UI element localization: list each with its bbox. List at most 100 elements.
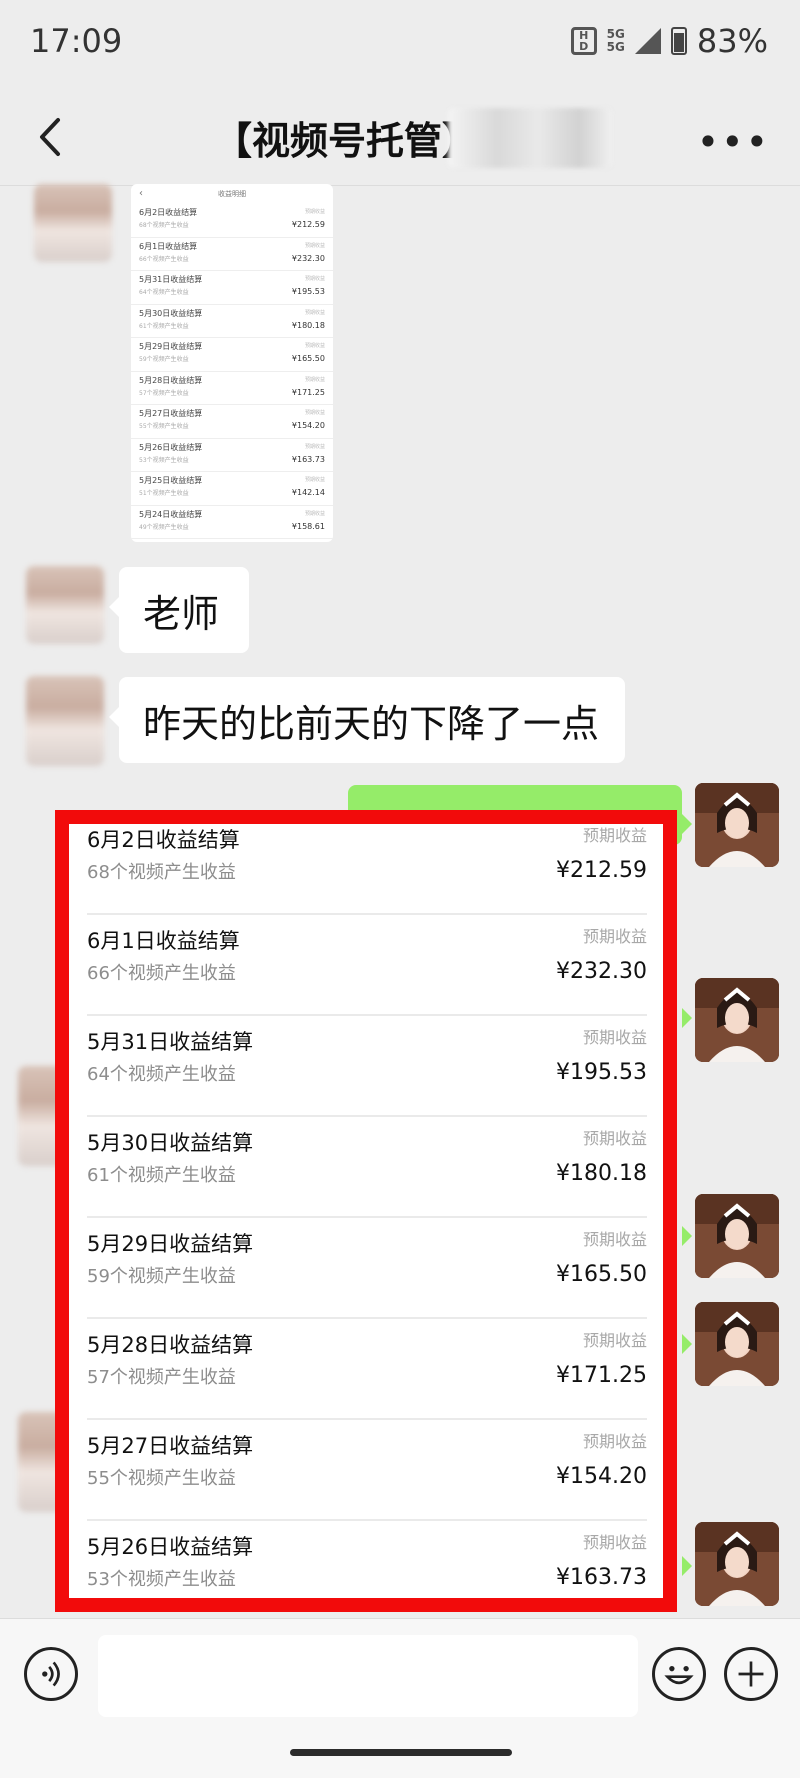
home-indicator[interactable] — [290, 1749, 512, 1756]
avatar[interactable] — [26, 566, 104, 644]
income-row-subtitle: 57个视频产生收益 — [87, 1367, 236, 1388]
avatar-photo — [695, 1522, 779, 1606]
plus-icon[interactable] — [724, 1647, 778, 1701]
mini-row-amount: ¥158.61 — [291, 521, 325, 531]
income-row-title: 6月1日收益结算 — [87, 929, 240, 953]
mini-row-amount: ¥195.53 — [291, 287, 325, 296]
income-row-subtitle: 66个视频产生收益 — [87, 963, 236, 984]
message-text: 老师 — [143, 591, 220, 636]
mini-income-row: 5月31日收益结算 64个视频产生收益 预期收益 ¥195.53 — [131, 271, 333, 305]
income-row-subtitle: 53个视频产生收益 — [87, 1569, 236, 1590]
mini-income-row: 5月27日收益结算 55个视频产生收益 预期收益 ¥154.20 — [131, 405, 333, 439]
income-row-amount: ¥232.30 — [556, 959, 647, 984]
self-avatar[interactable] — [695, 1302, 779, 1386]
self-avatar[interactable] — [695, 783, 779, 867]
mini-income-row: 5月29日收益结算 59个视频产生收益 预期收益 ¥165.50 — [131, 338, 333, 372]
mini-back-icon: ‹ — [139, 188, 143, 199]
income-row[interactable]: 5月27日收益结算 55个视频产生收益 预期收益 ¥154.20 — [87, 1420, 647, 1521]
message-bubble[interactable]: 老师 — [109, 567, 249, 653]
mini-row-amount: ¥171.25 — [291, 387, 325, 397]
self-avatar[interactable] — [695, 1194, 779, 1278]
mini-income-row: 5月26日收益结算 53个视频产生收益 预期收益 ¥163.73 — [131, 439, 333, 472]
bubble-tail — [682, 1334, 692, 1354]
mini-row-tag: 预期收益 — [304, 276, 325, 282]
voice-icon[interactable] — [24, 1647, 78, 1701]
income-row-tag: 预期收益 — [582, 826, 647, 845]
income-row-amount: ¥212.59 — [556, 858, 647, 883]
mini-row-tag: 预期收益 — [304, 209, 325, 215]
income-row[interactable]: 5月29日收益结算 59个视频产生收益 预期收益 ¥165.50 — [87, 1218, 647, 1319]
mini-income-row: 5月25日收益结算 51个视频产生收益 预期收益 ¥142.14 — [131, 472, 333, 506]
mini-income-row: 5月30日收益结算 61个视频产生收益 预期收益 ¥180.18 — [131, 305, 333, 338]
mini-income-list: 6月2日收益结算 68个视频产生收益 预期收益 ¥212.59 6月1日收益结算 66个视… — [131, 204, 333, 539]
income-row-title: 5月30日收益结算 — [87, 1131, 254, 1155]
message-bubble[interactable]: 昨天的比前天的下降了一点 — [109, 677, 625, 763]
mini-row-amount: ¥165.50 — [291, 354, 325, 363]
mini-row-title: 5月30日收益结算 — [139, 308, 203, 318]
mini-row-title: 5月26日收益结算 — [139, 442, 203, 452]
self-avatar[interactable] — [695, 1522, 779, 1606]
mini-income-row: 6月2日收益结算 68个视频产生收益 预期收益 ¥212.59 — [131, 204, 333, 238]
income-row-tag: 预期收益 — [582, 1533, 647, 1552]
mini-row-tag: 预期收益 — [304, 343, 325, 349]
income-row[interactable]: 5月31日收益结算 64个视频产生收益 预期收益 ¥195.53 — [87, 1016, 647, 1117]
income-row-subtitle: 61个视频产生收益 — [87, 1165, 236, 1186]
mini-header: ‹ 收益明细 — [131, 184, 333, 204]
bubble-tail — [682, 1556, 692, 1576]
mini-row-tag: 预期收益 — [304, 309, 325, 316]
bubble-tail — [682, 1008, 692, 1028]
mini-row-tag: 预期收益 — [304, 510, 325, 517]
mini-income-row: 5月24日收益结算 49个视频产生收益 预期收益 ¥158.61 — [131, 506, 333, 539]
mini-row-amount: ¥232.30 — [291, 253, 325, 263]
status-time: 17:09 — [30, 22, 123, 60]
status-bar: 17:09 HD 5G 5G 83% — [0, 0, 800, 90]
income-row-title: 5月26日收益结算 — [87, 1535, 254, 1559]
avatar[interactable] — [26, 676, 104, 766]
income-row[interactable]: 5月28日收益结算 57个视频产生收益 预期收益 ¥171.25 — [87, 1319, 647, 1420]
bubble-tail — [682, 814, 692, 834]
chevron-left-icon[interactable] — [30, 112, 70, 162]
income-row-title: 6月2日收益结算 — [87, 828, 240, 852]
avatar-photo — [695, 783, 779, 867]
income-row[interactable]: 5月26日收益结算 53个视频产生收益 预期收益 ¥163.73 — [87, 1521, 647, 1598]
mini-row-amount: ¥154.20 — [291, 421, 325, 430]
income-row-title: 5月27日收益结算 — [87, 1434, 254, 1458]
mini-row-amount: ¥142.14 — [291, 488, 325, 497]
mini-row-title: 5月28日收益结算 — [139, 375, 203, 385]
mini-row-title: 5月24日收益结算 — [139, 509, 203, 519]
income-row-amount: ¥195.53 — [556, 1060, 647, 1085]
mini-title: 收益明细 — [218, 190, 246, 198]
avatar[interactable] — [34, 184, 112, 262]
mini-row-title: 5月27日收益结算 — [139, 409, 203, 418]
input-bar — [0, 1618, 800, 1778]
message-input[interactable] — [98, 1635, 638, 1717]
income-row[interactable]: 6月1日收益结算 66个视频产生收益 预期收益 ¥232.30 — [87, 915, 647, 1016]
mini-row-tag: 预期收益 — [304, 376, 325, 383]
self-avatar[interactable] — [695, 978, 779, 1062]
hd-icon: HD — [570, 27, 597, 55]
signal-icon — [634, 28, 661, 54]
shared-screenshot-image[interactable]: ‹ 收益明细 6月2日收益结算 68个视频产生收益 预期收益 ¥212.59 6月1日收… — [131, 184, 333, 542]
network-icon: 5G 5G — [606, 27, 625, 54]
income-row-tag: 预期收益 — [582, 1230, 647, 1249]
status-icons: HD 5G 5G 83% — [570, 22, 768, 60]
income-row-tag: 预期收益 — [582, 1129, 647, 1148]
income-row-subtitle: 55个视频产生收益 — [87, 1468, 236, 1489]
income-row[interactable]: 6月2日收益结算 68个视频产生收益 预期收益 ¥212.59 — [87, 824, 647, 915]
highlighted-income-list: 6月2日收益结算 68个视频产生收益 预期收益 ¥212.59 6月1日收益结算 66个视… — [55, 810, 677, 1612]
mini-row-tag: 预期收益 — [304, 477, 325, 483]
income-row-amount: ¥163.73 — [556, 1565, 647, 1590]
mini-row-amount: ¥180.18 — [291, 320, 325, 330]
mini-row-title: 6月1日收益结算 — [139, 241, 198, 251]
more-dots-icon[interactable]: ••• — [697, 120, 770, 164]
mini-row-title: 5月25日收益结算 — [139, 476, 203, 485]
income-row-tag: 预期收益 — [582, 1331, 647, 1350]
chat-title: 【视频号托管】 — [214, 119, 481, 163]
battery-icon — [670, 27, 687, 55]
emoji-icon[interactable] — [652, 1647, 706, 1701]
mini-row-title: 6月2日收益结算 — [139, 208, 198, 217]
income-row-tag: 预期收益 — [582, 1028, 647, 1047]
mini-row-title: 5月29日收益结算 — [139, 342, 203, 351]
income-row-title: 5月31日收益结算 — [87, 1030, 254, 1054]
income-row[interactable]: 5月30日收益结算 61个视频产生收益 预期收益 ¥180.18 — [87, 1117, 647, 1218]
